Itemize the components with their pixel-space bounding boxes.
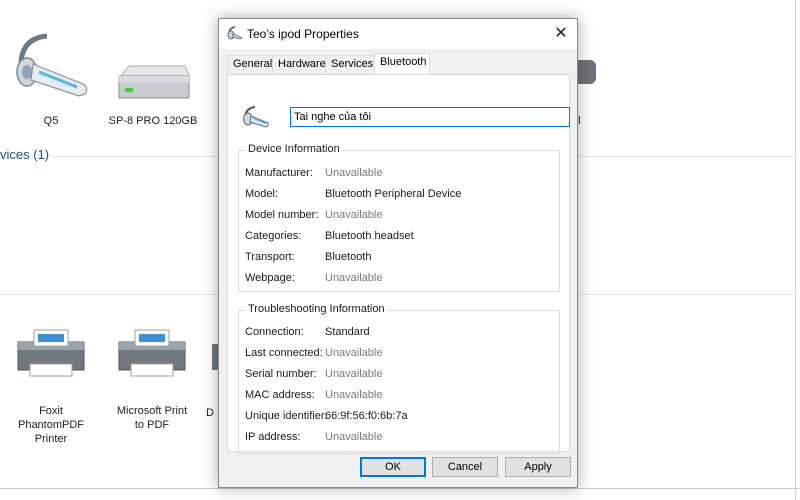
properties-dialog: Teo’s ipod Properties ✕ General Hardware…: [218, 18, 578, 488]
section-divider: [0, 294, 218, 295]
info-value: Bluetooth Peripheral Device: [325, 188, 462, 200]
tab-hardware[interactable]: Hardware: [272, 55, 326, 73]
section-divider: [52, 156, 218, 157]
info-row: MAC address: Unavailable: [245, 388, 555, 402]
info-key: Unique identifier:: [245, 410, 328, 422]
device-label: Q5: [43, 115, 59, 127]
dialog-title: Teo’s ipod Properties: [247, 27, 359, 41]
window-border-bottom: [0, 488, 800, 489]
info-key: Last connected:: [245, 347, 323, 359]
info-value: Bluetooth headset: [325, 230, 414, 242]
group-title: Device Information: [246, 143, 342, 155]
headset-icon: [243, 106, 269, 128]
info-value: Standard: [325, 326, 370, 338]
section-divider: [578, 156, 794, 157]
info-row: Last connected: Unavailable: [245, 346, 555, 360]
printer-icon: [118, 329, 186, 377]
info-row: Connection: Standard: [245, 325, 555, 339]
info-row: Unique identifier: 66:9f:56:f0:6b:7a: [245, 409, 555, 423]
device-name-input[interactable]: [290, 107, 570, 127]
info-key: Manufacturer:: [245, 167, 313, 179]
info-row: Categories: Bluetooth headset: [245, 229, 555, 243]
device-label: SP-8 PRO 120GB: [108, 115, 198, 127]
info-value: Unavailable: [325, 431, 383, 443]
printer-label: Foxit PhantomPDF Printer: [17, 405, 85, 445]
printer-foxit[interactable]: Foxit PhantomPDF Printer: [6, 328, 96, 446]
group-title: Troubleshooting Information: [246, 303, 387, 315]
info-key: Model number:: [245, 209, 319, 221]
info-value: Bluetooth: [325, 251, 372, 263]
info-key: MAC address:: [245, 389, 315, 401]
info-value: Unavailable: [325, 272, 383, 284]
info-key: Connection:: [245, 326, 304, 338]
device-sp8-drive[interactable]: SP-8 PRO 120GB: [108, 60, 198, 128]
info-value: Unavailable: [325, 167, 383, 179]
printer-microsoft-pdf[interactable]: Microsoft Print to PDF: [106, 328, 198, 432]
info-value: Unavailable: [325, 389, 383, 401]
close-button[interactable]: ✕: [549, 23, 573, 45]
printer-label: D: [206, 407, 214, 419]
device-q5[interactable]: Q5: [8, 32, 94, 128]
info-row: Serial number: Unavailable: [245, 367, 555, 381]
printer-label: Microsoft Print to PDF: [116, 405, 188, 431]
info-key: IP address:: [245, 431, 301, 443]
drive-icon: [118, 65, 190, 99]
tab-bluetooth[interactable]: Bluetooth: [374, 53, 430, 74]
window-border: [795, 0, 796, 500]
tab-general[interactable]: General: [227, 55, 273, 73]
section-title-devices[interactable]: vices (1): [0, 147, 49, 162]
info-key: Webpage:: [245, 272, 295, 284]
info-row: Webpage: Unavailable: [245, 271, 555, 285]
device-partial[interactable]: al: [572, 58, 614, 128]
info-row: Transport: Bluetooth: [245, 250, 555, 264]
info-value: Unavailable: [325, 347, 383, 359]
troubleshooting-information-group: Troubleshooting Information Connection: S…: [238, 303, 560, 454]
info-row: Model number: Unavailable: [245, 208, 555, 222]
info-key: Categories:: [245, 230, 302, 242]
printer-icon: [17, 329, 85, 377]
cancel-button[interactable]: Cancel: [432, 457, 498, 477]
section-divider: [578, 294, 794, 295]
device-information-group: Device Information Manufacturer: Unavaila…: [238, 143, 560, 292]
headset-icon: [16, 33, 88, 97]
apply-button[interactable]: Apply: [505, 457, 571, 477]
info-value: Unavailable: [325, 368, 383, 380]
info-row: Model: Bluetooth Peripheral Device: [245, 187, 555, 201]
info-key: Transport:: [245, 251, 295, 263]
info-key: Serial number:: [245, 368, 317, 380]
info-key: Model:: [245, 188, 279, 200]
dialog-titlebar[interactable]: Teo’s ipod Properties ✕: [219, 19, 577, 49]
device-label: al: [572, 114, 614, 128]
printer-icon: [212, 344, 218, 370]
bluetooth-tab-panel: Device Information Manufacturer: Unavaila…: [227, 74, 570, 454]
tab-services[interactable]: Services: [325, 55, 375, 73]
headset-icon: [227, 26, 243, 40]
info-value: 66:9f:56:f0:6b:7a: [325, 410, 408, 422]
close-icon: ✕: [554, 25, 568, 42]
info-row: Manufacturer: Unavailable: [245, 166, 555, 180]
info-value: Unavailable: [325, 209, 383, 221]
info-row: IP address: Unavailable: [245, 430, 555, 444]
ok-button[interactable]: OK: [360, 457, 426, 477]
printer-partial[interactable]: D: [206, 336, 218, 420]
